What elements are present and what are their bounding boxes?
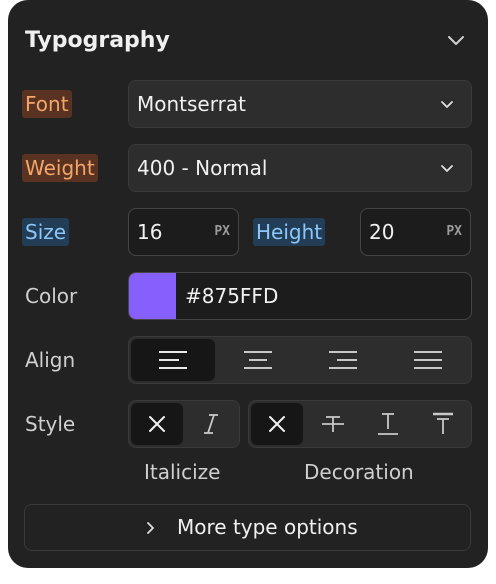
align-left-button[interactable] <box>131 339 215 381</box>
height-label: Height <box>253 218 326 246</box>
italic-icon <box>204 414 218 434</box>
panel-title: Typography <box>25 28 170 53</box>
size-value: 16 <box>137 220 163 244</box>
strikethrough-icon <box>322 416 344 432</box>
underline-button[interactable] <box>361 403 415 445</box>
overline-icon <box>433 412 453 434</box>
align-right-button[interactable] <box>301 339 385 381</box>
height-value: 20 <box>369 220 395 244</box>
italicize-segmented-control <box>128 400 240 448</box>
color-field[interactable]: #875FFD <box>128 272 472 320</box>
font-label: Font <box>22 90 72 118</box>
italicize-caption: Italicize <box>144 460 221 484</box>
weight-label: Weight <box>22 154 98 182</box>
italic-button[interactable] <box>185 403 237 445</box>
font-select[interactable]: Montserrat <box>128 80 472 128</box>
none-x-icon <box>149 416 165 432</box>
weight-select[interactable]: 400 - Normal <box>128 144 472 192</box>
color-swatch[interactable] <box>129 273 176 319</box>
style-label: Style <box>25 412 76 436</box>
chevron-down-icon <box>441 101 453 108</box>
align-right-icon <box>329 351 357 369</box>
color-label: Color <box>25 284 78 308</box>
align-justify-icon <box>414 351 442 369</box>
typography-panel: Typography Font Montserrat Weight 400 - … <box>8 0 488 568</box>
height-unit: PX <box>446 224 462 239</box>
height-input[interactable]: 20 PX <box>360 208 471 256</box>
chevron-right-icon <box>147 522 154 534</box>
chevron-down-icon <box>441 165 453 172</box>
chevron-down-icon[interactable] <box>444 28 468 52</box>
font-value: Montserrat <box>137 92 246 116</box>
weight-value: 400 - Normal <box>137 156 268 180</box>
size-input[interactable]: 16 PX <box>128 208 239 256</box>
align-label: Align <box>25 348 76 372</box>
decoration-none-button[interactable] <box>251 403 303 445</box>
align-justify-button[interactable] <box>386 339 470 381</box>
color-value: #875FFD <box>185 284 279 308</box>
decoration-segmented-control <box>248 400 472 448</box>
more-type-options-button[interactable]: More type options <box>24 504 471 551</box>
size-label: Size <box>22 218 70 246</box>
strikethrough-button[interactable] <box>306 403 360 445</box>
align-segmented-control <box>128 336 472 384</box>
align-left-icon <box>159 351 187 369</box>
more-type-options-label: More type options <box>177 515 358 539</box>
underline-icon <box>378 413 398 435</box>
size-unit: PX <box>214 224 230 239</box>
decoration-caption: Decoration <box>304 460 414 484</box>
italic-none-button[interactable] <box>131 403 183 445</box>
none-x-icon <box>269 416 285 432</box>
overline-button[interactable] <box>416 403 470 445</box>
align-center-icon <box>244 351 272 369</box>
align-center-button[interactable] <box>216 339 300 381</box>
